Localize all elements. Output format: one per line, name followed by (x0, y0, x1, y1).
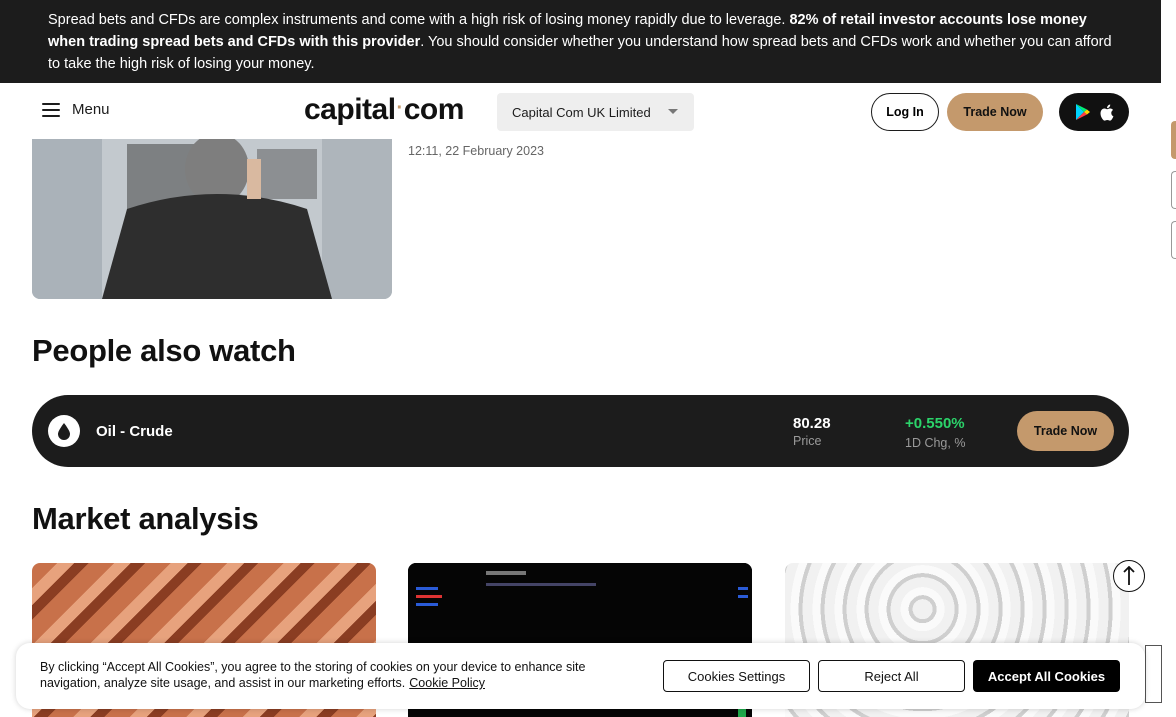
price-label: Price (793, 434, 822, 448)
side-tab[interactable] (1171, 121, 1176, 159)
change-label: 1D Chg, % (905, 436, 966, 450)
instrument-name[interactable]: Oil - Crude (96, 423, 173, 440)
menu-button[interactable]: Menu (42, 101, 110, 118)
google-play-icon (1075, 104, 1090, 120)
people-also-watch-title: People also watch (32, 333, 296, 368)
instrument-row[interactable]: Oil - Crude 80.28 Price +0.550% 1D Chg, … (32, 395, 1129, 467)
entity-select[interactable]: Capital Com UK Limited (497, 93, 694, 131)
cookie-consent-bar: By clicking “Accept All Cookies”, you ag… (16, 643, 1145, 709)
instrument-price: 80.28 (793, 415, 831, 432)
trade-now-button[interactable]: Trade Now (947, 93, 1043, 131)
side-tab[interactable] (1171, 171, 1176, 209)
side-tab[interactable] (1171, 221, 1176, 259)
arrow-up-icon (1123, 566, 1135, 585)
instrument-change: +0.550% (905, 415, 965, 432)
instrument-trade-button[interactable]: Trade Now (1017, 411, 1114, 451)
article-date: 12:11, 22 February 2023 (408, 144, 544, 158)
oil-drop-icon (48, 415, 80, 447)
scroll-to-top-button[interactable] (1113, 560, 1145, 592)
risk-warning-text: Spread bets and CFDs are complex instrum… (48, 12, 790, 28)
cookies-settings-button[interactable]: Cookies Settings (663, 660, 810, 692)
accept-all-cookies-button[interactable]: Accept All Cookies (973, 660, 1120, 692)
hamburger-icon (42, 102, 60, 117)
login-button[interactable]: Log In (871, 93, 939, 131)
chevron-down-icon (668, 109, 678, 114)
market-analysis-title: Market analysis (32, 501, 259, 536)
reject-all-button[interactable]: Reject All (818, 660, 965, 692)
cookie-policy-link[interactable]: Cookie Policy (409, 676, 485, 690)
cookie-text: By clicking “Accept All Cookies”, you ag… (40, 660, 586, 690)
apple-icon (1100, 104, 1113, 121)
article-image[interactable] (32, 139, 392, 299)
side-widget[interactable] (1145, 645, 1162, 703)
trader-photo (32, 139, 392, 299)
menu-label: Menu (72, 101, 110, 118)
risk-warning-banner: Spread bets and CFDs are complex instrum… (0, 0, 1161, 83)
entity-select-value: Capital Com UK Limited (512, 104, 651, 120)
site-header: Menu capital·com Capital Com UK Limited … (0, 83, 1161, 139)
site-logo[interactable]: capital·com (304, 93, 464, 130)
app-download-button[interactable] (1059, 93, 1129, 131)
